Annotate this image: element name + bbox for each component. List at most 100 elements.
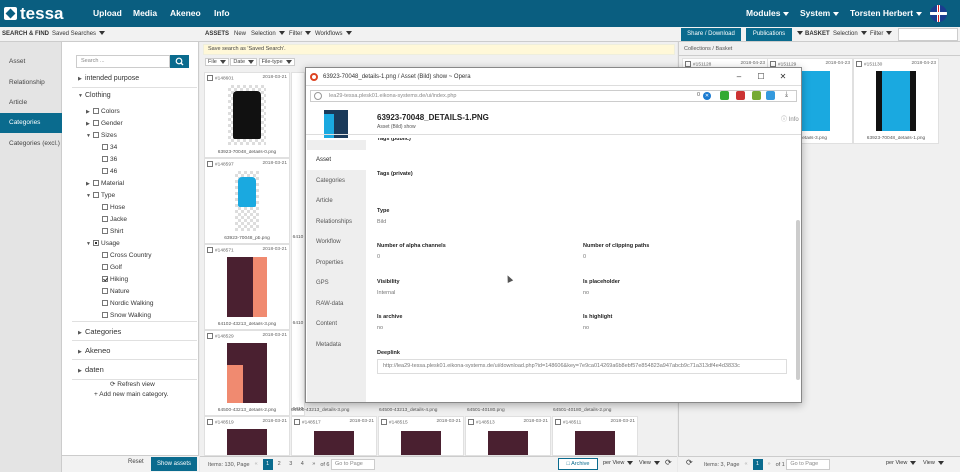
checkbox[interactable] xyxy=(555,419,561,425)
extension-icon[interactable] xyxy=(720,91,729,100)
tree-node-hiking[interactable]: Hiking xyxy=(102,275,128,285)
checkbox[interactable] xyxy=(102,204,108,211)
checkbox[interactable] xyxy=(207,333,213,339)
pager-next[interactable]: » xyxy=(309,459,319,470)
tree-node-colors[interactable]: ▶ Colors xyxy=(86,107,120,117)
detail-tab-workflow[interactable]: Workflow xyxy=(307,232,366,252)
detail-tab-properties[interactable]: Properties xyxy=(307,253,366,273)
checkbox[interactable] xyxy=(102,144,108,151)
basket-view-dropdown[interactable]: View xyxy=(923,460,944,466)
tree-node-clothing[interactable]: ▼ Clothing xyxy=(78,91,111,101)
window-close-button[interactable]: ✕ xyxy=(774,68,792,86)
checkbox[interactable] xyxy=(207,161,213,167)
asset-card[interactable]: #148515 2018-03-21 xyxy=(378,416,464,456)
info-link[interactable]: ⓘ Info xyxy=(781,114,799,123)
asset-card[interactable]: #148513 2018-03-21 xyxy=(465,416,551,456)
detail-tab-content[interactable]: Content xyxy=(307,314,366,334)
window-maximize-button[interactable]: ☐ xyxy=(752,68,770,86)
checkbox[interactable] xyxy=(93,132,99,139)
asset-card[interactable]: #148517 2018-03-21 xyxy=(291,416,377,456)
checkbox[interactable] xyxy=(102,156,108,163)
window-minimize-button[interactable]: – xyxy=(730,68,748,86)
detail-tab-raw-data[interactable]: RAW-data xyxy=(307,294,366,314)
tree-node-nature[interactable]: Nature xyxy=(102,287,130,297)
basket-card[interactable]: #151130 2018-04-23 63923-70048_details-1.p… xyxy=(853,58,939,144)
tree-node-gender[interactable]: ▶ Gender xyxy=(86,119,123,129)
checkbox[interactable] xyxy=(102,168,108,175)
assets-filter-dropdown[interactable]: Filter xyxy=(289,27,312,42)
tree-node-material[interactable]: ▶ Material xyxy=(86,179,124,189)
pager-page-2[interactable]: 2 xyxy=(274,459,284,470)
detail-tab-metadata[interactable]: Metadata xyxy=(307,335,366,355)
tree-node-sizes[interactable]: ▼ Sizes xyxy=(86,131,117,141)
extension-icon[interactable] xyxy=(752,91,761,100)
checkbox[interactable] xyxy=(102,300,108,307)
checkbox[interactable] xyxy=(93,192,99,199)
tab-categories-excl[interactable]: Categories (excl.) xyxy=(0,134,62,154)
extension-icon[interactable] xyxy=(736,91,745,100)
checkbox[interactable] xyxy=(207,247,213,253)
tree-search-input[interactable]: Search ... xyxy=(76,55,170,68)
checkbox[interactable] xyxy=(294,419,300,425)
pager-page-1[interactable]: 1 xyxy=(262,459,273,471)
nav-modules[interactable]: Modules xyxy=(746,0,790,27)
share-download-button[interactable]: Share / Download xyxy=(681,28,741,41)
tree-section-akeneo[interactable]: ▶ Akeneo xyxy=(72,340,197,360)
nav-upload[interactable]: Upload xyxy=(93,0,122,27)
checkbox[interactable] xyxy=(93,108,99,115)
checkbox[interactable] xyxy=(102,312,108,319)
tab-categories[interactable]: Categories xyxy=(0,113,62,133)
add-main-category-link[interactable]: + Add new main category. xyxy=(94,390,169,400)
window-titlebar[interactable]: 63923-70048_details-1.png / Asset (Bild)… xyxy=(306,68,801,86)
detail-scrollbar[interactable] xyxy=(796,220,800,380)
refresh-icon[interactable]: ⟳ xyxy=(665,458,672,467)
detail-tab-asset[interactable]: Asset xyxy=(307,150,366,170)
reset-button[interactable]: Reset xyxy=(128,459,144,465)
per-view-dropdown[interactable]: per View xyxy=(603,460,634,466)
basket-search-input[interactable] xyxy=(898,28,958,41)
tree-node-type[interactable]: ▼ Type xyxy=(86,191,115,201)
asset-card[interactable]: #148511 2018-03-21 xyxy=(552,416,638,456)
view-dropdown[interactable]: View xyxy=(639,460,660,466)
checkbox-checked[interactable] xyxy=(102,276,108,283)
tessa-logo[interactable]: tessa xyxy=(4,3,84,24)
deeplink-input[interactable]: http://lea29-tessa.plesk01.eikona-system… xyxy=(377,359,787,374)
uk-flag-icon[interactable] xyxy=(930,5,947,22)
checkbox[interactable] xyxy=(93,120,99,127)
detail-tab-categories[interactable]: Categories xyxy=(307,171,366,191)
checkbox[interactable] xyxy=(102,288,108,295)
pager-page-1[interactable]: 1 xyxy=(752,459,763,471)
checkbox[interactable] xyxy=(102,252,108,259)
tree-node-hose[interactable]: Hose xyxy=(102,203,125,213)
pager-page-4[interactable]: 4 xyxy=(297,459,307,470)
checkbox[interactable] xyxy=(207,419,213,425)
sort-file[interactable]: File xyxy=(205,58,229,66)
tab-relationship[interactable]: Relationship xyxy=(0,73,62,93)
nav-user[interactable]: Torsten Herbert xyxy=(850,0,923,27)
basket-per-view-dropdown[interactable]: per View xyxy=(886,460,917,466)
save-search-notice[interactable]: Save search as 'Saved Search'. xyxy=(203,44,675,55)
pager-page-3[interactable]: 3 xyxy=(286,459,296,470)
refresh-view-link[interactable]: ⟳ Refresh view xyxy=(110,380,155,390)
pager-goto-input[interactable]: Go to Page xyxy=(331,459,376,471)
basket-filter-dropdown[interactable]: Filter xyxy=(870,27,893,42)
tree-node-golf[interactable]: Golf xyxy=(102,263,122,273)
checkbox[interactable] xyxy=(207,75,213,81)
sort-date[interactable]: Date xyxy=(230,58,258,66)
detail-tab-gps[interactable]: GPS xyxy=(307,273,366,293)
tree-section-categories[interactable]: ▶ Categories xyxy=(72,321,197,341)
nav-media[interactable]: Media xyxy=(133,0,157,27)
nav-akeneo[interactable]: Akeneo xyxy=(170,0,201,27)
pager-next[interactable]: » xyxy=(764,459,774,470)
pager-first[interactable]: « xyxy=(741,459,751,470)
checkbox[interactable] xyxy=(102,264,108,271)
asset-card[interactable]: #148519 2018-03-21 xyxy=(204,416,290,456)
checkbox[interactable] xyxy=(93,240,99,247)
tree-node-cross-country[interactable]: Cross Country xyxy=(102,251,152,261)
clear-url-icon[interactable]: ✕ xyxy=(703,92,711,100)
publications-button[interactable]: Publications xyxy=(746,28,792,41)
checkbox[interactable] xyxy=(93,180,99,187)
asset-card[interactable]: #148571 2018-03-21 64102-43213_details-3.… xyxy=(204,244,290,330)
tree-node-usage[interactable]: ▼ Usage xyxy=(86,239,120,249)
asset-card[interactable]: #148597 2018-03-21 63923-70048_pb.png xyxy=(204,158,290,244)
